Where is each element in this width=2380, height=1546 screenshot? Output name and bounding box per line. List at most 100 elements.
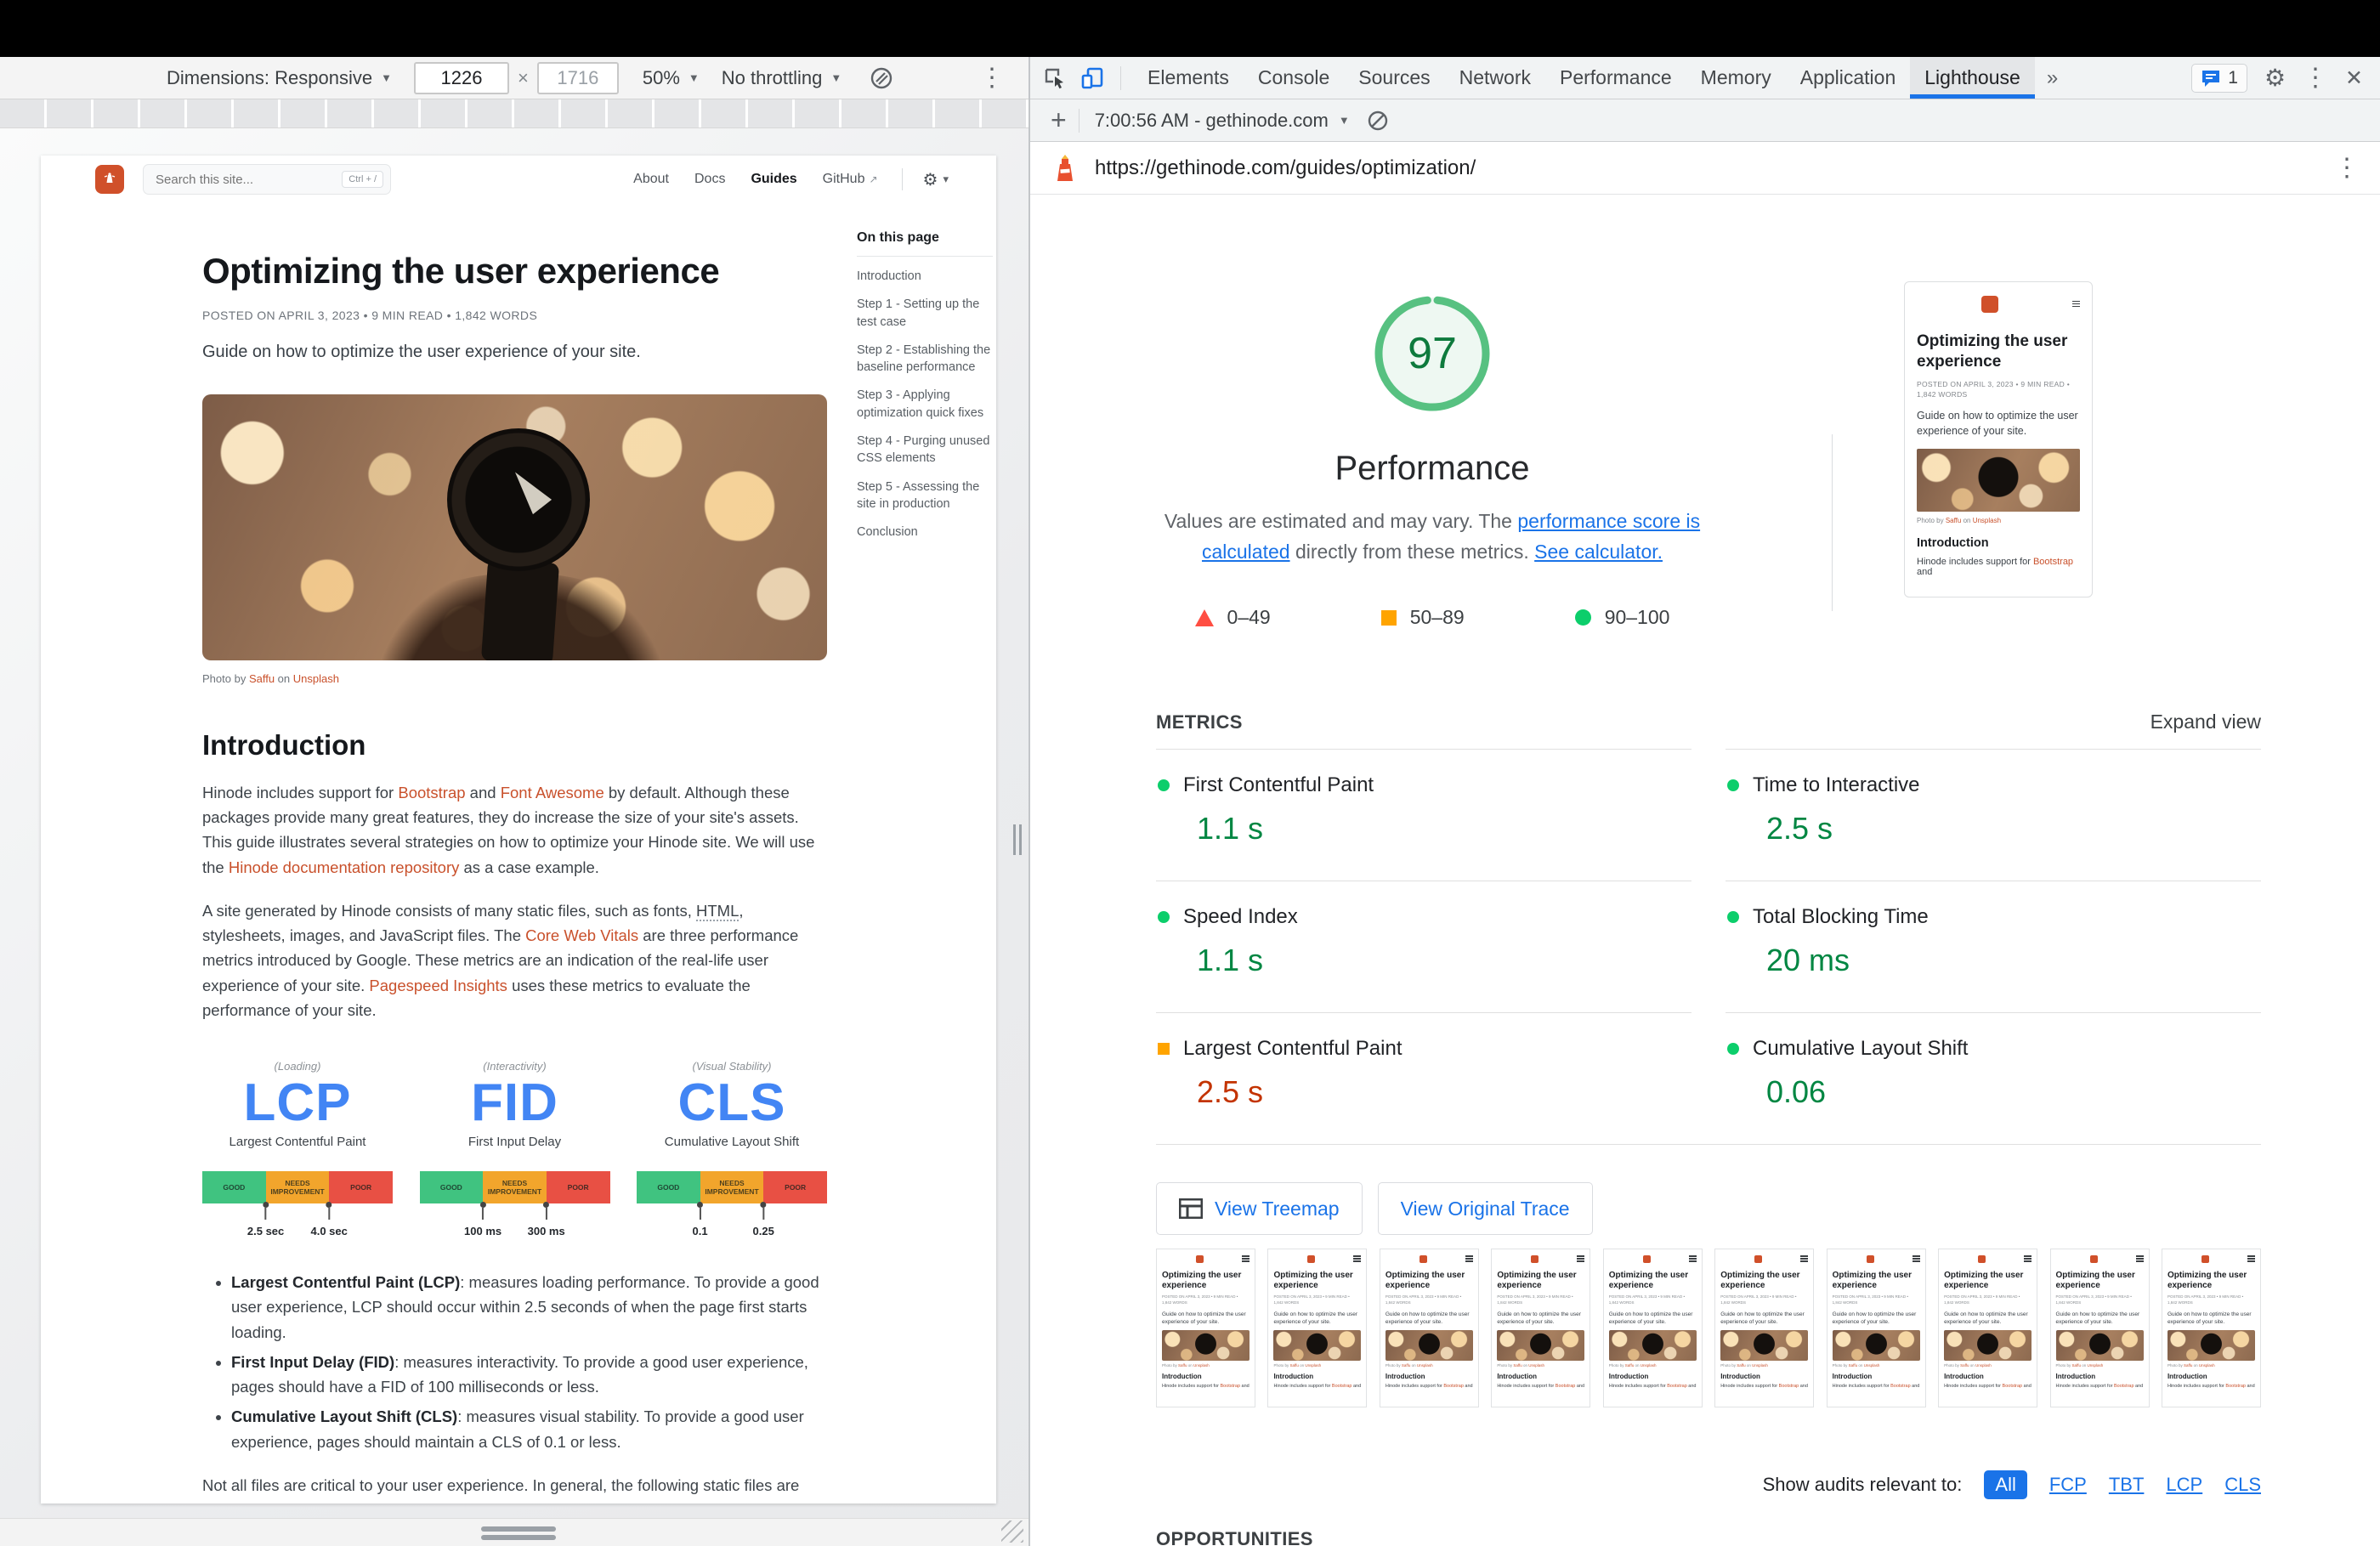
inline-link[interactable]: Saffu xyxy=(1513,1363,1522,1368)
site-search[interactable]: Ctrl + / xyxy=(143,164,391,195)
inline-link[interactable]: Saffu xyxy=(1289,1363,1298,1368)
filmstrip-thumbnail[interactable]: Optimizing the user experience POSTED ON… xyxy=(1938,1249,2037,1407)
toc-item[interactable]: Step 5 - Assessing the site in productio… xyxy=(857,479,993,513)
sidebar-item-about[interactable]: About xyxy=(633,172,669,187)
inline-link[interactable]: Bootstrap xyxy=(1220,1384,1240,1389)
inline-link[interactable]: Unsplash xyxy=(2087,1363,2103,1368)
audit-filter-fcp[interactable]: FCP xyxy=(2049,1474,2087,1496)
zoom-dropdown[interactable]: 50% ▼ xyxy=(643,67,700,89)
inline-link[interactable]: Font Awesome xyxy=(501,784,604,801)
audit-filter-all[interactable]: All xyxy=(1984,1470,2026,1499)
inline-link[interactable]: Bootstrap xyxy=(2225,1384,2246,1389)
inline-link[interactable]: Unsplash xyxy=(1752,1363,1768,1368)
search-input[interactable] xyxy=(156,173,342,187)
inline-link[interactable]: Unsplash xyxy=(1528,1363,1544,1368)
expand-view-button[interactable]: Expand view xyxy=(2150,711,2261,733)
tab-sources[interactable]: Sources xyxy=(1344,57,1444,99)
inline-link[interactable]: Unsplash xyxy=(2199,1363,2215,1368)
inline-link[interactable]: Unsplash xyxy=(1975,1363,1992,1368)
audit-filter-lcp[interactable]: LCP xyxy=(2166,1474,2202,1496)
inline-link[interactable]: Bootstrap xyxy=(1332,1384,1352,1389)
inline-link[interactable]: Saffu xyxy=(2184,1363,2192,1368)
inline-link[interactable]: Core Web Vitals xyxy=(525,926,638,944)
close-devtools-icon[interactable]: ✕ xyxy=(2345,65,2363,91)
inline-link[interactable]: Bootstrap xyxy=(1667,1384,1687,1389)
toc-item[interactable]: Introduction xyxy=(857,268,993,285)
inline-link[interactable]: Unsplash xyxy=(1417,1363,1433,1368)
inline-link[interactable]: Unsplash xyxy=(1193,1363,1210,1368)
inline-link[interactable]: Bootstrap xyxy=(1443,1384,1464,1389)
filmstrip-thumbnail[interactable]: Optimizing the user experience POSTED ON… xyxy=(1156,1249,1255,1407)
tab-elements[interactable]: Elements xyxy=(1133,57,1244,99)
inline-link[interactable]: Saffu xyxy=(1737,1363,1745,1368)
toc-item[interactable]: Step 1 - Setting up the test case xyxy=(857,296,993,331)
tab-network[interactable]: Network xyxy=(1445,57,1545,99)
issues-counter[interactable]: 1 xyxy=(2191,64,2247,93)
inline-link[interactable]: Bootstrap xyxy=(2033,557,2073,567)
inline-link[interactable]: Saffu xyxy=(249,672,275,685)
toc-item[interactable]: Step 3 - Applying optimization quick fix… xyxy=(857,387,993,422)
inline-link[interactable]: Unsplash xyxy=(1305,1363,1321,1368)
inline-link[interactable]: Saffu xyxy=(1402,1363,1410,1368)
inspect-element-icon[interactable] xyxy=(1042,65,1068,91)
toc-item[interactable]: Step 4 - Purging unused CSS elements xyxy=(857,433,993,467)
rotate-viewport-icon[interactable] xyxy=(869,65,894,91)
viewport-height-grip[interactable] xyxy=(481,1526,556,1543)
report-menu-icon[interactable]: ⋮ xyxy=(2334,156,2360,181)
inline-link[interactable]: Saffu xyxy=(2072,1363,2081,1368)
filmstrip-thumbnail[interactable]: Optimizing the user experience POSTED ON… xyxy=(1491,1249,1590,1407)
inline-link[interactable]: Bootstrap xyxy=(1890,1384,1911,1389)
toc-item[interactable]: Step 2 - Establishing the baseline perfo… xyxy=(857,342,993,377)
inline-link[interactable]: Pagespeed Insights xyxy=(369,977,507,994)
filmstrip-thumbnail[interactable]: Optimizing the user experience POSTED ON… xyxy=(2050,1249,2150,1407)
tab-console[interactable]: Console xyxy=(1244,57,1344,99)
report-selector-dropdown[interactable]: 7:00:56 AM - gethinode.com ▼ xyxy=(1095,110,1350,132)
inline-link[interactable]: Saffu xyxy=(1960,1363,1969,1368)
devtools-resize-handle[interactable] xyxy=(1013,824,1025,855)
filmstrip-thumbnail[interactable]: Optimizing the user experience POSTED ON… xyxy=(2162,1249,2261,1407)
performance-score-gauge[interactable]: 97 xyxy=(1368,290,1496,417)
inline-link[interactable]: Saffu xyxy=(1178,1363,1187,1368)
view-original-trace-button[interactable]: View Original Trace xyxy=(1378,1182,1593,1235)
inline-link[interactable]: Unsplash xyxy=(1864,1363,1880,1368)
viewport-height-input[interactable] xyxy=(537,62,619,94)
viewport-corner-grip[interactable] xyxy=(1001,1521,1023,1543)
filmstrip-thumbnail[interactable]: Optimizing the user experience POSTED ON… xyxy=(1603,1249,1703,1407)
view-treemap-button[interactable]: View Treemap xyxy=(1156,1182,1363,1235)
settings-gear-icon[interactable]: ⚙ xyxy=(2264,64,2286,92)
inline-link[interactable]: Saffu xyxy=(1946,517,1962,524)
toggle-device-toolbar-icon[interactable] xyxy=(1080,65,1105,91)
inline-link[interactable]: Saffu xyxy=(1625,1363,1634,1368)
dimensions-dropdown[interactable]: Dimensions: Responsive ▼ xyxy=(167,67,392,89)
inline-link[interactable]: See calculator. xyxy=(1534,541,1663,563)
filmstrip-thumbnail[interactable]: Optimizing the user experience POSTED ON… xyxy=(1714,1249,1814,1407)
audit-filter-cls[interactable]: CLS xyxy=(2224,1474,2261,1496)
tab-lighthouse[interactable]: Lighthouse xyxy=(1910,57,2035,99)
inline-link[interactable]: Bootstrap xyxy=(1556,1384,1576,1389)
tab-performance[interactable]: Performance xyxy=(1545,57,1686,99)
audit-filter-tbt[interactable]: TBT xyxy=(2109,1474,2145,1496)
sidebar-item-github[interactable]: GitHub↗ xyxy=(823,172,878,187)
inline-link[interactable]: Saffu xyxy=(1849,1363,1857,1368)
throttling-dropdown[interactable]: No throttling ▼ xyxy=(722,67,842,89)
viewport-width-input[interactable] xyxy=(414,62,509,94)
inline-link[interactable]: Bootstrap xyxy=(1779,1384,1799,1389)
filmstrip-thumbnail[interactable]: Optimizing the user experience POSTED ON… xyxy=(1827,1249,1926,1407)
site-logo-icon[interactable] xyxy=(95,165,124,194)
inline-link[interactable]: Unsplash xyxy=(1973,517,2001,524)
more-tabs-icon[interactable]: » xyxy=(2035,66,2070,90)
sidebar-item-guides[interactable]: Guides xyxy=(751,172,796,187)
tab-application[interactable]: Application xyxy=(1786,57,1911,99)
theme-toggle[interactable]: ⚙ ▾ xyxy=(923,169,949,190)
device-toolbar-menu-icon[interactable]: ⋮ xyxy=(979,65,1005,91)
inline-link[interactable]: Bootstrap xyxy=(398,784,465,801)
filmstrip-thumbnail[interactable]: Optimizing the user experience POSTED ON… xyxy=(1267,1249,1367,1407)
inline-link[interactable]: Bootstrap xyxy=(2003,1384,2023,1389)
inline-link[interactable]: Bootstrap xyxy=(2114,1384,2134,1389)
toc-item[interactable]: Conclusion xyxy=(857,524,993,541)
devtools-menu-icon[interactable]: ⋮ xyxy=(2303,65,2328,91)
new-report-plus-icon[interactable]: + xyxy=(1042,105,1075,136)
filmstrip-thumbnail[interactable]: Optimizing the user experience POSTED ON… xyxy=(1380,1249,1479,1407)
sidebar-item-docs[interactable]: Docs xyxy=(694,172,725,187)
tab-memory[interactable]: Memory xyxy=(1686,57,1786,99)
